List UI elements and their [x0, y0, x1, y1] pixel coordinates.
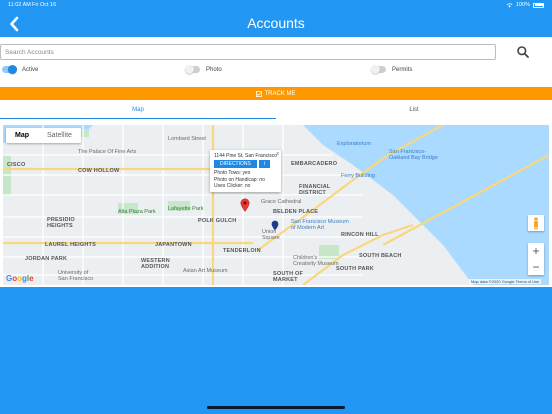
map-label: Children's Creativity Museum — [293, 255, 339, 267]
museum-marker-icon[interactable] — [271, 220, 279, 231]
filter-photo: Photo — [185, 65, 222, 74]
map-label: FINANCIAL DISTRICT — [299, 184, 331, 196]
battery-percent: 100% — [515, 2, 530, 8]
content-panel: Active Photo Permits TRACK ME Map List — [0, 37, 552, 287]
map-label: POLK GULCH — [198, 218, 237, 224]
map-label: JORDAN PARK — [25, 256, 68, 262]
filter-permits: Permits — [371, 65, 413, 74]
map-label: LAUREL HEIGHTS — [45, 242, 96, 248]
map-label: Lombard Street — [168, 136, 206, 142]
photo-switch[interactable] — [185, 65, 200, 74]
map-label: JAPANTOWN — [155, 242, 192, 248]
map-label: SOUTH BEACH — [359, 253, 402, 259]
active-switch[interactable] — [2, 65, 17, 74]
zoom-out-button[interactable]: − — [528, 259, 544, 275]
filter-toggles: Active Photo Permits — [0, 64, 552, 76]
home-indicator[interactable] — [207, 406, 345, 409]
info-address: 1144 Pine St, San Francisco — [214, 153, 277, 159]
page-title: Accounts — [247, 15, 305, 31]
info-uses-clicker: Uses Clicker: no — [214, 183, 251, 189]
map-attribution[interactable]: Map data ©2020 Google Terms of Use — [469, 279, 542, 284]
location-marker-icon[interactable] — [240, 198, 250, 212]
map-label: BELDEN PLACE — [273, 209, 319, 215]
directions-button[interactable]: DIRECTIONS — [214, 160, 257, 168]
tab-bar: Map List — [0, 103, 552, 119]
map-type-control: Map Satellite — [6, 128, 81, 143]
info-actions: DIRECTIONS i — [214, 160, 277, 168]
zoom-in-button[interactable]: + — [528, 243, 544, 259]
map-label: Exploratorium — [337, 141, 371, 147]
photo-label: Photo — [206, 66, 222, 73]
map-label: Alta Plaza Park — [118, 209, 156, 215]
map-label: EMBARCADERO — [291, 161, 338, 167]
map-label: SOUTH OF MARKET — [273, 271, 304, 283]
map-label: San Francisco- Oakland Bay Bridge — [389, 149, 438, 161]
search-icon — [517, 46, 529, 58]
nav-bar: Accounts — [0, 10, 552, 38]
permits-label: Permits — [392, 66, 413, 73]
track-me-label: TRACK ME — [264, 90, 296, 97]
map-label: PRESIDIO HEIGHTS — [47, 217, 75, 229]
map-label: RINCON HILL — [341, 232, 379, 238]
permits-switch[interactable] — [371, 65, 386, 74]
map-type-satellite[interactable]: Satellite — [38, 128, 81, 143]
map-label: Grace Cathedral — [261, 199, 302, 205]
map-label: CISCO — [7, 162, 26, 168]
search-button[interactable] — [516, 45, 530, 59]
tab-list[interactable]: List — [276, 103, 552, 119]
map-label: COW HOLLOW — [78, 168, 120, 174]
status-right: 100% — [506, 2, 544, 8]
map-label: The Palace Of Fine Arts — [78, 149, 137, 155]
street-view-pegman-icon[interactable] — [528, 215, 544, 231]
zoom-control: + − — [528, 243, 544, 275]
map-label: TENDERLOIN — [223, 248, 261, 254]
map-label: San Francisco Museum of Modern Art — [291, 219, 349, 231]
map-type-map[interactable]: Map — [6, 128, 38, 143]
map-view[interactable]: Map Satellite Lombard Street The Palace … — [3, 125, 549, 285]
google-logo: Google — [6, 274, 34, 283]
map-label: University of San Francisco — [58, 270, 94, 282]
map-label: Ferry Building — [341, 173, 375, 179]
map-label: WESTERN ADDITION — [141, 258, 170, 270]
status-time: 11:02 AM — [8, 2, 31, 8]
active-label: Active — [22, 66, 39, 73]
filter-active: Active — [2, 65, 39, 74]
map-label: Lafayette Park — [168, 206, 204, 212]
status-date: Fri Oct 16 — [32, 2, 57, 8]
tab-map[interactable]: Map — [0, 103, 276, 119]
info-window: x 1144 Pine St, San Francisco DIRECTIONS… — [210, 150, 281, 192]
map-label: SOUTH PARK — [336, 266, 374, 272]
battery-icon — [533, 2, 544, 8]
status-bar: 11:02 AM Fri Oct 16 100% — [0, 0, 552, 10]
info-icon[interactable]: i — [258, 160, 270, 168]
wifi-icon — [506, 2, 513, 7]
track-me-button[interactable]: TRACK ME — [0, 87, 552, 100]
search-input[interactable] — [0, 44, 496, 60]
map-label: Asian Art Museum — [183, 268, 228, 274]
close-icon[interactable]: x — [277, 151, 280, 157]
checkbox-icon — [256, 90, 263, 97]
